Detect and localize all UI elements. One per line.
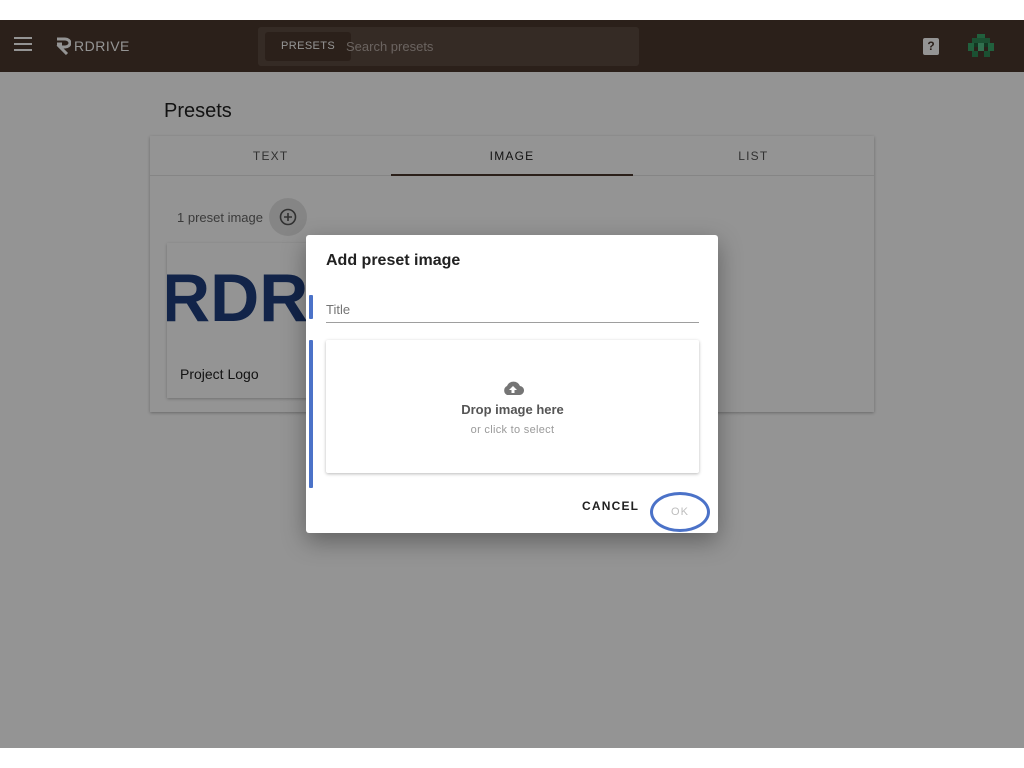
add-preset-image-dialog: Add preset image Drop image here or clic…	[306, 235, 718, 533]
cancel-button[interactable]: CANCEL	[582, 499, 639, 513]
title-field-marker	[309, 295, 313, 319]
image-dropzone[interactable]: Drop image here or click to select	[326, 340, 699, 473]
dropzone-subtext: or click to select	[470, 424, 555, 436]
ok-button[interactable]: OK	[650, 492, 710, 532]
dropzone-marker	[309, 340, 313, 488]
dialog-title: Add preset image	[326, 252, 461, 269]
title-field[interactable]	[326, 296, 699, 323]
cloud-upload-icon	[504, 381, 524, 396]
app-window: RDRIVE PRESETS ? Presets TEXT IMAGE LIST…	[0, 20, 1024, 748]
dropzone-text: Drop image here	[461, 402, 564, 417]
